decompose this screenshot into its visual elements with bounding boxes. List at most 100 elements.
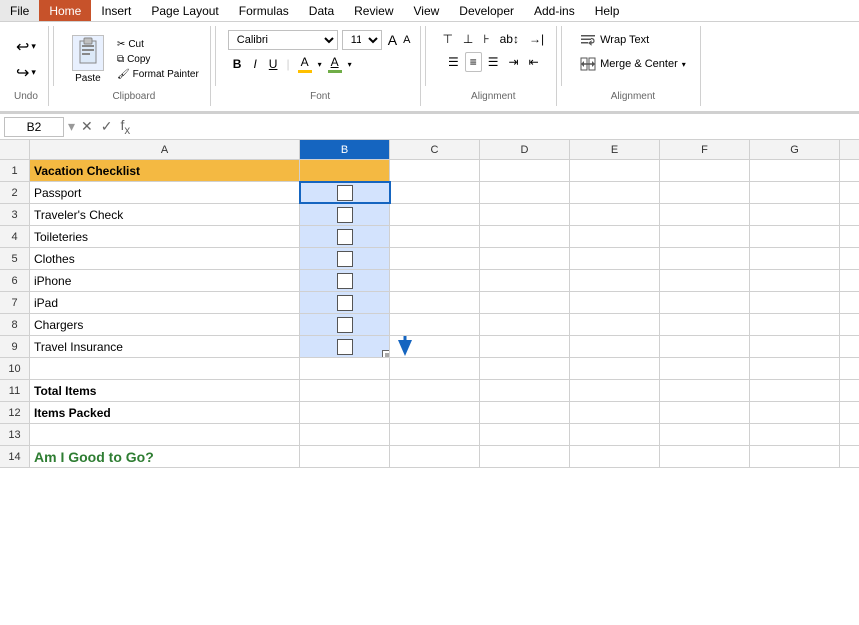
merge-button[interactable]: Merge & Center ▾ bbox=[574, 54, 692, 74]
cell-5-d[interactable] bbox=[480, 248, 570, 269]
cell-11-e[interactable] bbox=[570, 380, 660, 401]
cell-7-c[interactable] bbox=[390, 292, 480, 313]
menu-help[interactable]: Help bbox=[585, 0, 630, 21]
cell-8-b-checkbox[interactable] bbox=[337, 317, 353, 333]
cell-13-b[interactable] bbox=[300, 424, 390, 445]
underline-button[interactable]: U bbox=[264, 55, 283, 73]
cell-9-a[interactable]: Travel Insurance bbox=[30, 336, 300, 357]
cell-2-e[interactable] bbox=[570, 182, 660, 203]
cell-8-f[interactable] bbox=[660, 314, 750, 335]
cell-6-e[interactable] bbox=[570, 270, 660, 291]
row-num-4[interactable]: 4 bbox=[0, 226, 29, 248]
cell-6-d[interactable] bbox=[480, 270, 570, 291]
cell-3-b-checkbox[interactable] bbox=[337, 207, 353, 223]
col-header-e[interactable]: E bbox=[570, 140, 660, 159]
cell-10-h[interactable] bbox=[840, 358, 859, 379]
cell-13-c[interactable] bbox=[390, 424, 480, 445]
cell-9-e[interactable] bbox=[570, 336, 660, 357]
cell-9-b-checkbox[interactable] bbox=[337, 339, 353, 355]
cell-10-c[interactable] bbox=[390, 358, 480, 379]
cell-10-b[interactable] bbox=[300, 358, 390, 379]
cell-1-a[interactable]: Vacation Checklist bbox=[30, 160, 300, 181]
row-num-14[interactable]: 14 bbox=[0, 446, 29, 468]
cell-3-c[interactable] bbox=[390, 204, 480, 225]
cell-6-a[interactable]: iPhone bbox=[30, 270, 300, 291]
cell-4-c[interactable] bbox=[390, 226, 480, 247]
row-num-9[interactable]: 9 bbox=[0, 336, 29, 358]
menu-data[interactable]: Data bbox=[299, 0, 344, 21]
cell-2-c[interactable] bbox=[390, 182, 480, 203]
cell-4-e[interactable] bbox=[570, 226, 660, 247]
italic-button[interactable]: I bbox=[248, 55, 261, 73]
cell-4-b-checkbox[interactable] bbox=[337, 229, 353, 245]
cell-14-e[interactable] bbox=[570, 446, 660, 467]
cell-14-c[interactable] bbox=[390, 446, 480, 467]
copy-button[interactable]: ⧉ Copy bbox=[114, 53, 202, 66]
cell-5-h[interactable] bbox=[840, 248, 859, 269]
cell-12-h[interactable] bbox=[840, 402, 859, 423]
cell-2-g[interactable] bbox=[750, 182, 840, 203]
autofill-handle[interactable] bbox=[382, 350, 390, 357]
orientation-btn[interactable]: ab↕ bbox=[496, 30, 523, 48]
menu-file[interactable]: File bbox=[0, 0, 39, 21]
cell-5-e[interactable] bbox=[570, 248, 660, 269]
cell-7-a[interactable]: iPad bbox=[30, 292, 300, 313]
fill-color-button[interactable]: A bbox=[294, 54, 316, 74]
cell-9-h[interactable] bbox=[840, 336, 859, 357]
cell-13-h[interactable] bbox=[840, 424, 859, 445]
font-color-button[interactable]: A bbox=[324, 54, 346, 74]
cell-12-a[interactable]: Items Packed bbox=[30, 402, 300, 423]
format-painter-button[interactable]: 🖌 Format Painter bbox=[114, 68, 202, 81]
row-num-8[interactable]: 8 bbox=[0, 314, 29, 336]
font-size-select[interactable]: 11 bbox=[342, 30, 382, 50]
align-bottom-btn[interactable]: ⊦ bbox=[479, 30, 493, 48]
cell-reference[interactable] bbox=[4, 117, 64, 137]
cell-5-c[interactable] bbox=[390, 248, 480, 269]
cell-3-a[interactable]: Traveler's Check bbox=[30, 204, 300, 225]
menu-home[interactable]: Home bbox=[39, 0, 91, 21]
cell-13-g[interactable] bbox=[750, 424, 840, 445]
cell-7-b-checkbox[interactable] bbox=[337, 295, 353, 311]
cell-4-b[interactable] bbox=[300, 226, 390, 247]
cell-1-c[interactable] bbox=[390, 160, 480, 181]
cell-14-a[interactable]: Am I Good to Go? bbox=[30, 446, 300, 467]
cell-2-h[interactable] bbox=[840, 182, 859, 203]
cell-3-e[interactable] bbox=[570, 204, 660, 225]
row-num-10[interactable]: 10 bbox=[0, 358, 29, 380]
row-num-5[interactable]: 5 bbox=[0, 248, 29, 270]
cell-14-h[interactable] bbox=[840, 446, 859, 467]
cell-12-b[interactable] bbox=[300, 402, 390, 423]
increase-font-btn[interactable]: A bbox=[386, 33, 399, 47]
menu-review[interactable]: Review bbox=[344, 0, 403, 21]
wrap-text-button[interactable]: Wrap Text bbox=[574, 30, 692, 50]
align-left-btn[interactable]: ☰ bbox=[444, 52, 463, 72]
menu-view[interactable]: View bbox=[404, 0, 450, 21]
cell-1-b[interactable] bbox=[300, 160, 390, 181]
cell-6-c[interactable] bbox=[390, 270, 480, 291]
cell-10-g[interactable] bbox=[750, 358, 840, 379]
cell-12-e[interactable] bbox=[570, 402, 660, 423]
cell-11-g[interactable] bbox=[750, 380, 840, 401]
cell-14-b[interactable] bbox=[300, 446, 390, 467]
cut-button[interactable]: ✂ Cut bbox=[114, 38, 202, 51]
cell-10-d[interactable] bbox=[480, 358, 570, 379]
cell-5-b[interactable] bbox=[300, 248, 390, 269]
cell-6-h[interactable] bbox=[840, 270, 859, 291]
cell-14-d[interactable] bbox=[480, 446, 570, 467]
col-header-g[interactable]: G bbox=[750, 140, 840, 159]
cell-12-g[interactable] bbox=[750, 402, 840, 423]
cell-3-b[interactable] bbox=[300, 204, 390, 225]
cell-8-a[interactable]: Chargers bbox=[30, 314, 300, 335]
font-name-select[interactable]: Calibri bbox=[228, 30, 338, 50]
formula-input[interactable] bbox=[136, 118, 855, 136]
col-header-h[interactable]: H bbox=[840, 140, 859, 159]
cell-9-g[interactable] bbox=[750, 336, 840, 357]
cell-4-f[interactable] bbox=[660, 226, 750, 247]
cell-8-e[interactable] bbox=[570, 314, 660, 335]
cancel-formula-icon[interactable]: ✕ bbox=[79, 118, 95, 135]
decrease-font-btn[interactable]: A bbox=[401, 33, 412, 47]
cell-10-a[interactable] bbox=[30, 358, 300, 379]
cell-5-b-checkbox[interactable] bbox=[337, 251, 353, 267]
align-top-btn[interactable]: ⊤ bbox=[438, 30, 456, 48]
align-right-btn[interactable]: ☰ bbox=[484, 52, 503, 72]
